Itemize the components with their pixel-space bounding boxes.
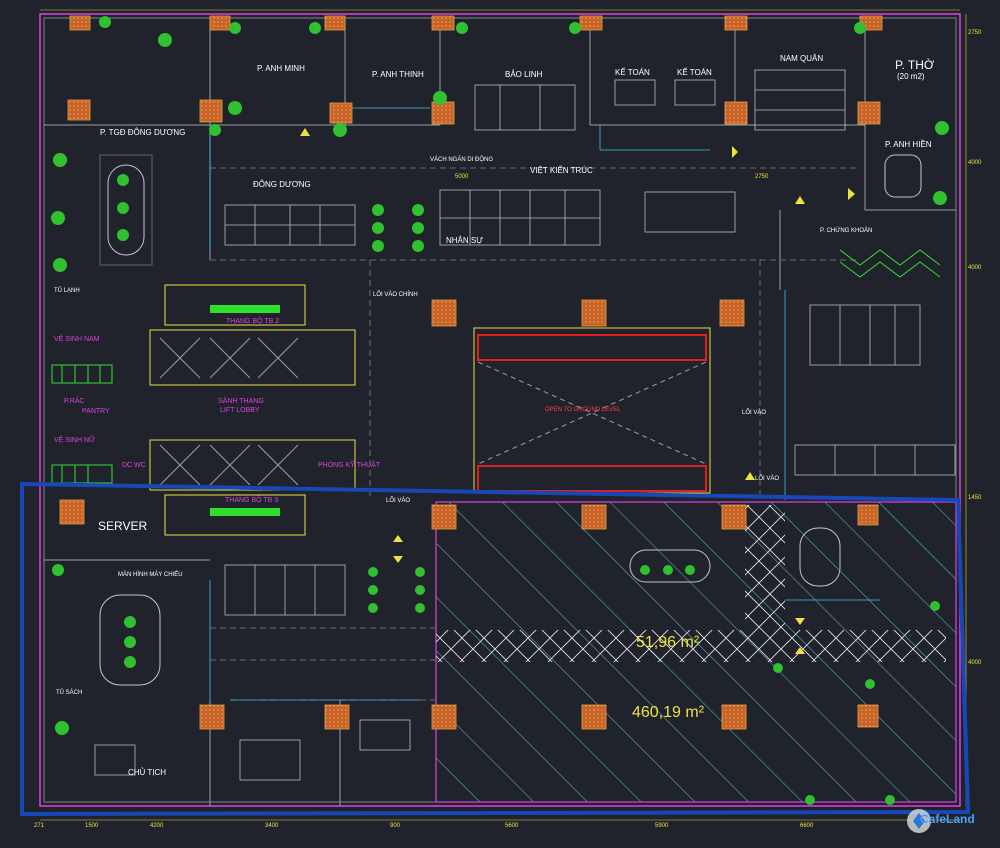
room-label-bao-linh: BẢO LINH	[505, 70, 543, 79]
label-ve-sinh-nam: VỆ SINH NAM	[54, 336, 100, 343]
hatched-rental-area	[435, 501, 957, 803]
dim-bottom-3: 4200	[150, 823, 164, 829]
room-label-p-anh-hien: P. ANH HIỀN	[885, 140, 932, 149]
room-label-p-anh-thinh: P. ANH THINH	[372, 70, 424, 79]
label-tu-lanh: TỦ LẠNH	[54, 288, 80, 294]
dim-bottom-5: 900	[390, 823, 401, 829]
label-tu-sach: TỦ SÁCH	[56, 690, 83, 696]
room-label-ke-toan-1: KẾ TOÁN	[615, 68, 650, 77]
area-label-2: 460,19 m²	[632, 704, 705, 721]
dim-bottom-7: 5900	[655, 823, 669, 829]
dim-bottom-1: 271	[34, 823, 45, 829]
room-label-chu-tich: CHỦ TỊCH	[128, 768, 167, 777]
floor-plan-canvas: P. ANH MINH P. ANH THINH BẢO LINH KẾ TOÁ…	[0, 0, 1000, 848]
label-void: OPEN TO GROUND LEVEL	[545, 407, 621, 413]
dim-right-3: 4000	[968, 265, 982, 271]
dim-bottom-6: 5600	[505, 823, 519, 829]
watermark-text: CafeLand	[920, 812, 975, 826]
label-loi-vao-2: LỐI VÀO	[755, 476, 780, 482]
label-pantry: PANTRY	[82, 408, 110, 415]
dim-right-4: 1450	[968, 495, 982, 501]
room-label-nhan-su: NHÂN SỰ	[446, 236, 484, 245]
room-label-viet-kien-truc: VIỆT KIẾN TRÚC	[530, 166, 593, 175]
label-phong-ky-thuat: PHÒNG KỸ THUẬT	[318, 462, 381, 469]
dim-bottom-4: 3400	[265, 823, 279, 829]
label-loi-vao-1: LỐI VÀO	[742, 410, 767, 416]
room-label-dong-duong: ĐÔNG DƯƠNG	[253, 180, 311, 189]
room-label-p-chung-khoan: P. CHỨNG KHOÁN	[820, 228, 873, 234]
room-label-server: SERVER	[98, 519, 148, 533]
label-loi-vao-chinh: LỐI VÀO CHÍNH	[373, 292, 418, 298]
label-man-hinh: MÀN HÌNH MÁY CHIẾU	[118, 572, 183, 578]
dim-right-5: 4000	[968, 660, 982, 666]
room-label-p-tgd-dong-duong: P. TGĐ ĐÔNG DƯƠNG	[100, 128, 186, 137]
label-loi-vao-3: LỐI VÀO	[386, 498, 411, 504]
dim-right-2: 4000	[968, 160, 982, 166]
room-label-p-anh-minh: P. ANH MINH	[257, 64, 305, 73]
label-ve-sinh-nu: VỆ SINH NỮ	[54, 437, 95, 444]
room-label-nam-quan: NAM QUÂN	[780, 54, 824, 63]
label-thang-bo-2: THANG BỘ TB 3	[225, 497, 279, 504]
room-label-ke-toan-2: KẾ TOÁN	[677, 68, 712, 77]
toilet-fixtures	[51, 364, 113, 484]
label-ve-sinh-khuyet-tat: DC WC	[122, 462, 146, 469]
label-rac: P.RÁC	[64, 398, 85, 405]
area-label-1: 51,96 m²	[636, 634, 700, 651]
dim-bottom-8: 6600	[800, 823, 814, 829]
room-area-p-tho: (20 m2)	[897, 72, 925, 81]
label-vach-ngan: VÁCH NGĂN DI ĐỘNG	[430, 157, 494, 163]
label-thang-bo-1: THANG BỘ TB 2	[226, 318, 280, 325]
dim-bottom-2: 1500	[85, 823, 99, 829]
dim-inner-1: 5000	[455, 174, 469, 180]
securities-room-desks	[839, 249, 941, 278]
room-label-p-tho: P. THỜ	[895, 58, 935, 72]
dim-right-1: 2750	[968, 30, 982, 36]
label-sanh-thang: SẢNH THANG	[218, 398, 264, 405]
label-lift-lobby: LIFT LOBBY	[220, 407, 260, 414]
dim-inner-2: 2750	[755, 174, 769, 180]
